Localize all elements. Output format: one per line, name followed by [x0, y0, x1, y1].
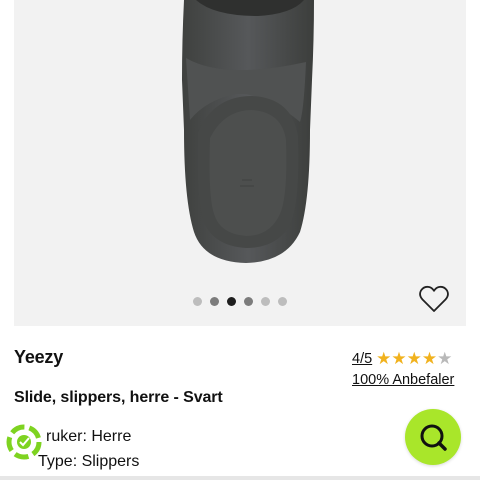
product-rating[interactable]: 4/5 ★ ★ ★ ★ ★ [352, 350, 452, 368]
attribute-label: ruker [46, 428, 83, 445]
star-empty-icon: ★ [437, 349, 453, 368]
chat-button[interactable] [405, 409, 461, 465]
recommend-link[interactable]: 100% Anbefaler [352, 372, 454, 388]
eco-recycle-icon[interactable] [4, 422, 44, 462]
star-filled-icon: ★ [421, 349, 438, 368]
pagination-dot[interactable] [210, 297, 219, 306]
image-pagination[interactable] [14, 297, 466, 307]
star-filled-icon: ★ [391, 349, 407, 368]
product-gallery[interactable] [14, 0, 466, 326]
pagination-dot-active[interactable] [227, 297, 236, 306]
pagination-dot[interactable] [278, 297, 287, 306]
product-image [182, 0, 314, 263]
pagination-dot[interactable] [244, 297, 253, 306]
divider [0, 476, 480, 480]
star-filled-icon: ★ [406, 349, 422, 368]
rating-stars: ★ ★ ★ ★ ★ [376, 350, 452, 368]
heart-outline-icon[interactable] [418, 284, 450, 314]
pagination-dot[interactable] [261, 297, 270, 306]
attribute-value: Slippers [81, 453, 140, 470]
rating-score[interactable]: 4/5 [352, 351, 372, 367]
star-filled-icon: ★ [376, 349, 392, 368]
product-title: Slide, slippers, herre - Svart [14, 389, 223, 406]
pagination-dot[interactable] [193, 297, 202, 306]
brand-name[interactable]: Yeezy [14, 347, 63, 368]
attribute-value: Herre [91, 428, 132, 445]
chat-search-icon [420, 424, 447, 451]
